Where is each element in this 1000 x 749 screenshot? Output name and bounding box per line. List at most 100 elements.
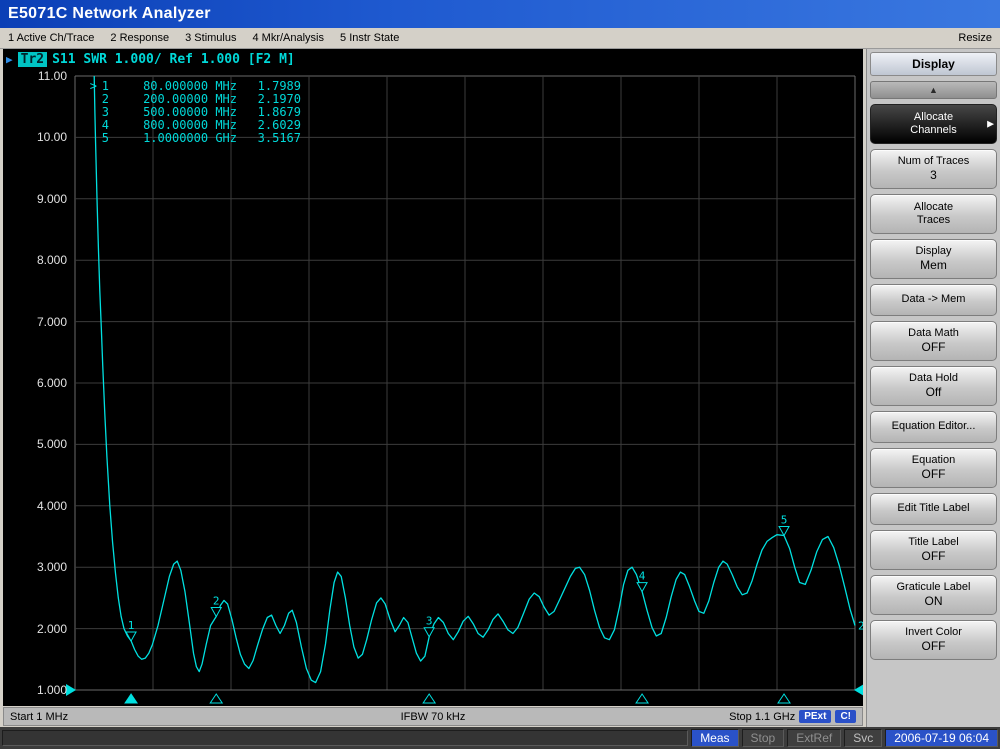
softkey-panel: Display ▲ Allocate Channels ▶ Num of Trace… — [866, 49, 1000, 727]
resize-button[interactable]: Resize — [958, 32, 992, 44]
stop-frequency-label: Stop 1.1 GHz — [729, 710, 796, 723]
softkey-data-hold[interactable]: Data Hold Off — [870, 366, 997, 406]
softkey-label: Allocate Traces — [913, 200, 954, 226]
marker-5-icon — [778, 525, 790, 537]
softkey-label: Display — [915, 245, 952, 257]
softkey-label: Edit Title Label — [897, 502, 970, 514]
status-message-area — [2, 730, 689, 746]
y-tick-label: 5.000 — [36, 437, 67, 452]
mk-num: 5 — [101, 131, 109, 145]
softkey-allocate-traces[interactable]: Allocate Traces — [870, 194, 997, 234]
softkey-value: OFF — [921, 549, 946, 563]
softkey-num-of-traces[interactable]: Num of Traces 3 — [870, 149, 997, 189]
softkey-value: OFF — [921, 639, 946, 653]
y-tick-label: 7.000 — [36, 314, 67, 329]
marker-3-icon — [423, 627, 436, 638]
status-sweep-label: Stop — [741, 729, 785, 747]
title-bar: E5071C Network Analyzer — [0, 0, 1000, 28]
softkey-label: Data Math — [908, 327, 959, 339]
stimulus-badges: PExt C! — [799, 710, 856, 723]
mk-sel: > — [89, 79, 97, 93]
marker-4-label: 4 — [639, 570, 646, 583]
stimulus-bar: Start 1 MHz IFBW 70 kHz Stop 1.1 GHz PEx… — [3, 707, 863, 726]
submenu-arrow-icon: ▶ — [987, 118, 994, 129]
trace-settings-text: S11 SWR 1.000/ Ref 1.000 [F2 M] — [52, 52, 295, 67]
marker-table: >1 80.000000 MHz 1.7989 2 200.00000 MHz 2.197… — [87, 80, 301, 145]
y-tick-label: 6.000 — [36, 376, 67, 390]
status-svc-label: Svc — [844, 729, 883, 747]
y-tick-label: 9.000 — [36, 191, 67, 206]
softkey-value: ON — [924, 594, 943, 608]
softkey-label: Graticule Label — [896, 581, 971, 593]
softkey-list: Allocate Channels ▶ Num of Traces 3 Allocate… — [870, 104, 997, 660]
softkey-title-label[interactable]: Title Label OFF — [870, 530, 997, 570]
mk-sel — [87, 106, 97, 119]
y-tick-label: 8.000 — [36, 253, 67, 268]
menu-item-2-response[interactable]: 2 Response — [110, 32, 169, 44]
softkey-label: Data Hold — [909, 372, 958, 384]
softkey-equation[interactable]: Equation OFF — [870, 448, 997, 488]
softkey-allocate-channels[interactable]: Allocate Channels ▶ — [870, 104, 997, 144]
up-arrow-icon: ▲ — [929, 85, 938, 95]
stimulus-marker-3-icon — [422, 693, 437, 704]
y-tick-label: 4.000 — [36, 498, 67, 513]
stimulus-marker-4-icon — [635, 693, 650, 704]
softkey-menu-title: Display — [870, 52, 997, 76]
softkey-label: Data -> Mem — [901, 293, 966, 305]
app-title: E5071C Network Analyzer — [8, 5, 211, 22]
softkey-graticule-label[interactable]: Graticule Label ON — [870, 575, 997, 615]
status-badge-c: C! — [835, 710, 856, 723]
softkey-data-mem[interactable]: Data -> Mem — [870, 284, 997, 316]
trace-badge: Tr2 — [17, 52, 48, 67]
softkey-value: OFF — [921, 467, 946, 481]
trace-header: ▶ Tr2 S11 SWR 1.000/ Ref 1.000 [F2 M] — [6, 52, 295, 67]
y-tick-label: 11.00 — [37, 69, 67, 83]
y-tick-label: 2.000 — [36, 621, 67, 636]
mk-freq: 1.0000000 GHz — [143, 131, 237, 145]
mk-sel — [87, 119, 97, 132]
active-trace-arrow-icon: ▶ — [6, 53, 13, 66]
stimulus-marker-2-icon — [209, 693, 224, 704]
swr-trace — [93, 75, 856, 684]
y-tick-label: 10.00 — [36, 130, 67, 145]
start-frequency-label: Start 1 MHz — [10, 710, 69, 723]
softkey-value: Mem — [920, 258, 947, 272]
mk-sel — [87, 132, 97, 145]
status-meas-badge: Meas — [691, 729, 739, 747]
softkey-label: Title Label — [908, 536, 959, 548]
plot-area: 1 2 3 4 5 2 ▶ Tr2 S11 SWR 1.000/ Ref 1.000 [F… — [3, 49, 863, 706]
softkey-label: Allocate Channels — [910, 110, 957, 136]
menu-item-4-mkr-analysis[interactable]: 4 Mkr/Analysis — [252, 32, 324, 44]
menu-bar: 1 Active Ch/Trace 2 Response 3 Stimulus 4 M… — [0, 28, 1000, 49]
softkey-equation-editor[interactable]: Equation Editor... — [870, 411, 997, 443]
status-datetime: 2006-07-19 06:04 — [885, 729, 998, 747]
marker-3-label: 3 — [426, 615, 433, 628]
softkey-edit-title-label[interactable]: Edit Title Label — [870, 493, 997, 525]
stimulus-marker-5-icon — [777, 693, 791, 704]
status-extref-label: ExtRef — [787, 729, 842, 747]
y-tick-label: 3.000 — [36, 560, 67, 575]
channel-window: 1 2 3 4 5 2 ▶ Tr2 S11 SWR 1.000/ Ref 1.000 [F… — [0, 49, 866, 727]
y-tick-label: 1.000 — [36, 683, 67, 697]
status-badge-pext: PExt — [799, 710, 832, 723]
softkey-value: Off — [925, 385, 942, 399]
marker-4-icon — [636, 582, 648, 593]
softkey-label: Invert Color — [905, 626, 962, 638]
softkey-scroll-up-button[interactable]: ▲ — [870, 81, 997, 99]
softkey-display[interactable]: Display Mem — [870, 239, 997, 279]
swr-chart: 1 2 3 4 5 2 — [66, 75, 863, 704]
softkey-invert-color[interactable]: Invert Color OFF — [870, 620, 997, 660]
softkey-data-math[interactable]: Data Math OFF — [870, 321, 997, 361]
marker-2-icon — [210, 607, 223, 618]
marker-5-label: 5 — [781, 513, 788, 526]
trace-end-number: 2 — [858, 620, 863, 633]
menu-bar-items: 1 Active Ch/Trace 2 Response 3 Stimulus 4 M… — [8, 32, 399, 44]
menu-item-5-instr-state[interactable]: 5 Instr State — [340, 32, 399, 44]
status-bar: Meas Stop ExtRef Svc 2006-07-19 06:04 — [0, 727, 1000, 749]
menu-item-1-active-ch-trace[interactable]: 1 Active Ch/Trace — [8, 32, 94, 44]
softkey-label: Equation Editor... — [891, 420, 976, 432]
softkey-value: OFF — [921, 340, 946, 354]
menu-item-3-stimulus[interactable]: 3 Stimulus — [185, 32, 236, 44]
marker-1-label: 1 — [128, 619, 135, 632]
softkey-value: 3 — [930, 168, 937, 182]
